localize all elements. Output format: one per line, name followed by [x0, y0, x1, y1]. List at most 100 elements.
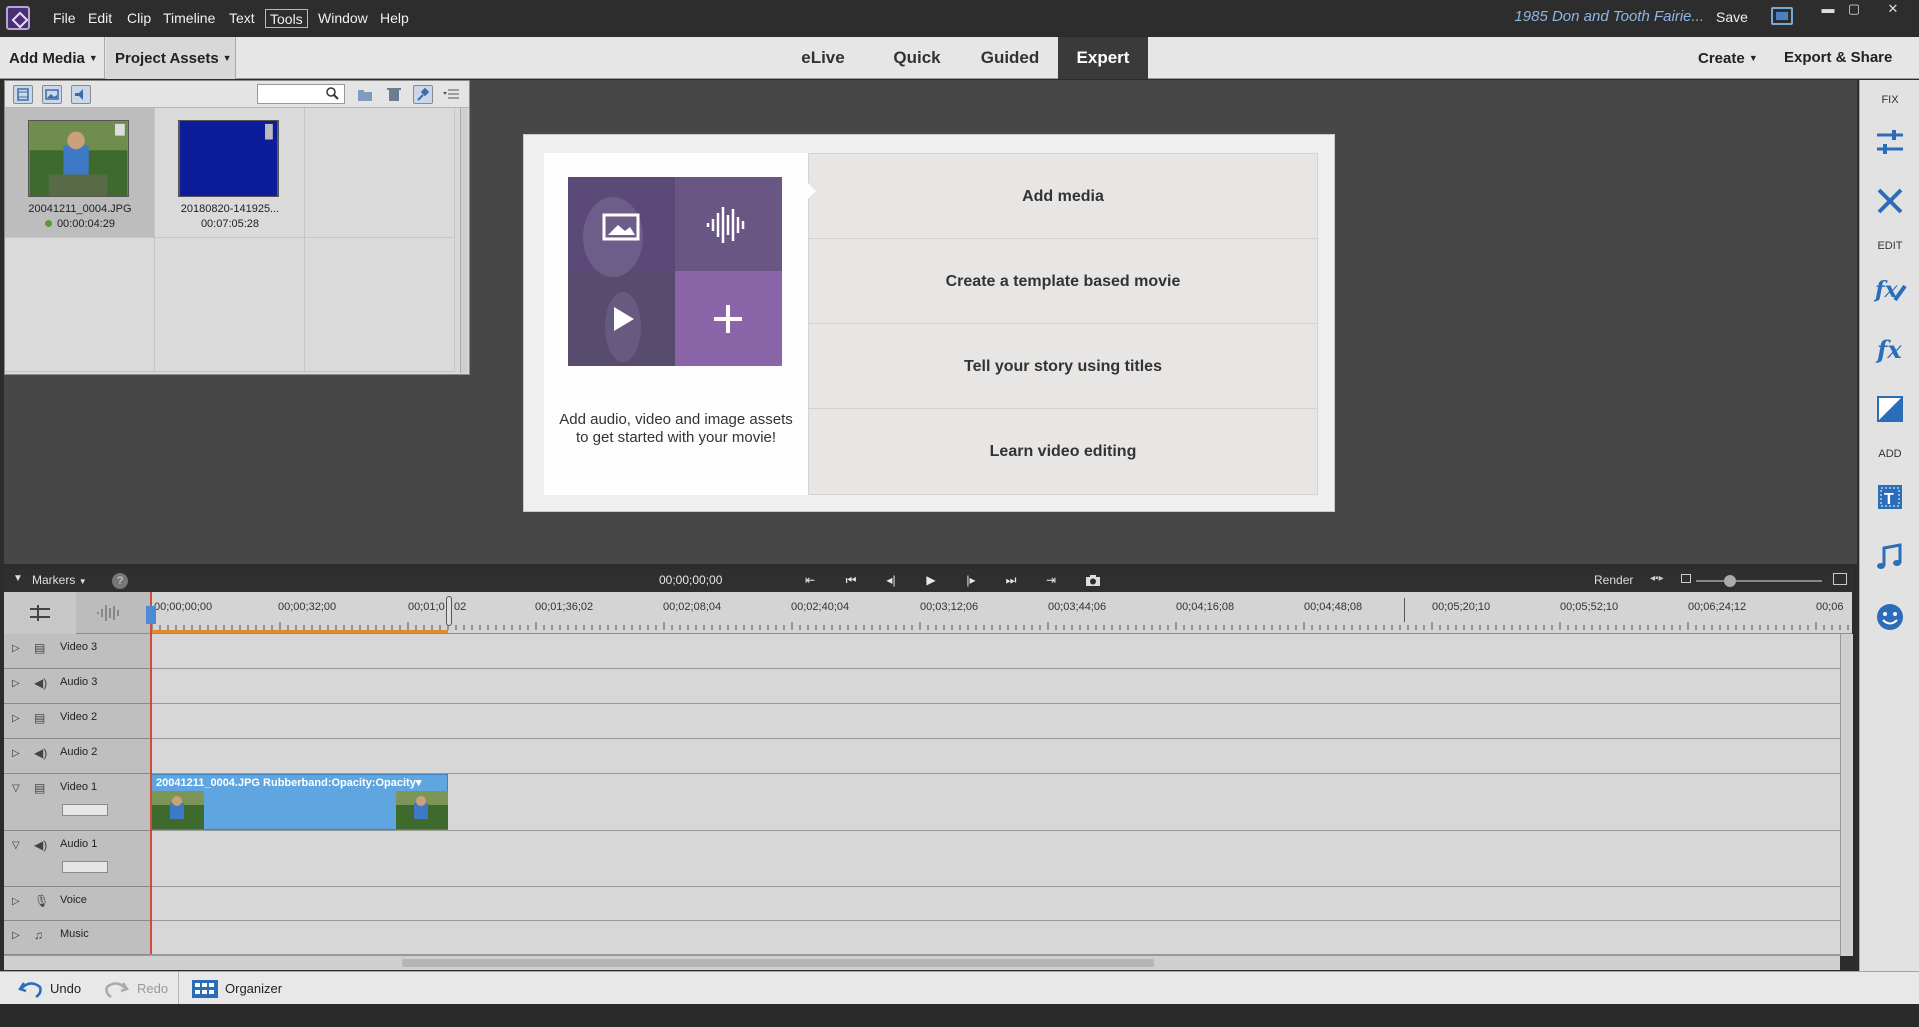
work-area-bar[interactable] [150, 630, 448, 633]
go-to-end-icon[interactable]: ⇥ [1040, 572, 1062, 589]
graphics-icon[interactable] [1873, 600, 1907, 634]
tools-icon[interactable] [1873, 184, 1907, 218]
collapse-icon[interactable]: ▽ [12, 840, 20, 851]
expand-icon[interactable]: ▷ [12, 678, 20, 689]
play-icon[interactable]: ▶ [920, 572, 942, 589]
track-voice[interactable] [150, 887, 1840, 921]
step-forward-icon[interactable]: |▸ [960, 572, 982, 589]
playhead-handle[interactable] [146, 606, 156, 624]
tab-elive[interactable]: eLive [792, 37, 854, 79]
keyframe-control[interactable] [62, 804, 108, 816]
expand-icon[interactable]: ▷ [12, 896, 20, 907]
time-ruler[interactable]: 00;00;00;00 00;00;32;00 00;01;0 02 00;01… [150, 592, 1852, 634]
title-icon[interactable]: T [1873, 480, 1907, 514]
menu-clip[interactable]: Clip [125, 9, 153, 28]
assets-scrollbar[interactable] [460, 108, 468, 373]
tracks-view-icon[interactable] [30, 605, 50, 621]
tab-expert[interactable]: Expert [1058, 37, 1148, 79]
assets-search-input[interactable] [257, 84, 345, 104]
markers-dropdown[interactable]: Markers ▼ [32, 573, 87, 587]
step-back-icon[interactable]: ◂| [880, 572, 902, 589]
fit-timeline-icon[interactable]: ◂▪▸ [1650, 573, 1664, 584]
expand-icon[interactable]: ▷ [12, 930, 20, 941]
track-audio-3[interactable] [150, 669, 1840, 704]
option-add-media[interactable]: Add media [809, 154, 1317, 239]
keyframe-control[interactable] [62, 861, 108, 873]
minimize-button[interactable]: ▬ [1817, 1, 1839, 17]
save-button[interactable]: Save [1716, 9, 1748, 25]
tab-quick[interactable]: Quick [883, 37, 951, 79]
menu-timeline[interactable]: Timeline [161, 9, 217, 28]
go-to-start-icon[interactable]: ⇤ [799, 572, 821, 589]
track-video-2[interactable] [150, 704, 1840, 739]
pin-icon[interactable] [413, 85, 433, 104]
fullscreen-icon[interactable] [1771, 7, 1793, 25]
render-button[interactable]: Render [1594, 573, 1633, 587]
expand-icon[interactable]: ▷ [12, 643, 20, 654]
option-story-titles[interactable]: Tell your story using titles [809, 324, 1317, 409]
playhead[interactable] [150, 592, 152, 954]
timeline-horizontal-scrollbar[interactable] [4, 955, 1840, 970]
undo-button[interactable]: Undo [50, 981, 81, 996]
transitions-icon[interactable] [1873, 392, 1907, 426]
adjustments-icon[interactable] [1873, 125, 1907, 159]
menu-file[interactable]: File [51, 9, 78, 28]
track-header-audio-1[interactable]: ▽ ◀) Audio 1 [4, 831, 150, 887]
track-header-video-1[interactable]: ▽ ▤ Video 1 [4, 774, 150, 831]
restore-button[interactable]: ▢ [1843, 1, 1865, 17]
collapse-icon[interactable]: ▼ [13, 573, 23, 584]
next-edit-icon[interactable]: ⏭ [1000, 572, 1022, 589]
scrollbar-thumb[interactable] [402, 959, 1154, 967]
fx-icon[interactable]: fx [1873, 332, 1907, 366]
snapshot-camera-icon[interactable] [1085, 574, 1101, 587]
timeline-clip[interactable]: 20041211_0004.JPG Rubberband:Opacity:Opa… [151, 774, 448, 830]
zoom-slider[interactable] [1696, 580, 1822, 582]
new-folder-icon[interactable] [357, 87, 373, 102]
delete-icon[interactable] [387, 86, 401, 102]
view-toggle[interactable] [4, 592, 76, 634]
export-share-button[interactable]: Export & Share [1784, 37, 1892, 79]
track-video-3[interactable] [150, 634, 1840, 669]
zoom-out-icon[interactable] [1681, 574, 1691, 583]
collapse-icon[interactable]: ▽ [12, 783, 20, 794]
previous-edit-icon[interactable]: ⏮ [840, 572, 862, 589]
expand-icon[interactable]: ▷ [12, 748, 20, 759]
option-template-movie[interactable]: Create a template based movie [809, 239, 1317, 324]
create-button[interactable]: Create ▼ [1698, 37, 1758, 79]
menu-tools[interactable]: Tools [265, 9, 308, 28]
redo-icon[interactable] [105, 979, 129, 999]
menu-edit[interactable]: Edit [86, 9, 114, 28]
track-header-voice[interactable]: ▷ 🎙 Voice [4, 887, 150, 921]
menu-text[interactable]: Text [227, 9, 257, 28]
track-audio-2[interactable] [150, 739, 1840, 774]
help-icon[interactable]: ? [112, 573, 128, 589]
track-header-video-3[interactable]: ▷ ▤ Video 3 [4, 634, 150, 669]
audio-waveform-icon[interactable] [96, 604, 122, 622]
zoom-in-icon[interactable] [1833, 573, 1847, 585]
project-assets-button[interactable]: Project Assets ▼ [106, 37, 236, 79]
music-icon[interactable] [1873, 540, 1907, 574]
track-header-video-2[interactable]: ▷ ▤ Video 2 [4, 704, 150, 739]
organizer-icon[interactable] [192, 980, 218, 998]
track-header-audio-2[interactable]: ▷ ◀) Audio 2 [4, 739, 150, 774]
search-icon[interactable] [326, 87, 339, 100]
close-button[interactable]: ✕ [1882, 1, 1904, 17]
panel-menu-icon[interactable] [443, 88, 459, 101]
add-media-button[interactable]: Add Media ▼ [0, 37, 105, 79]
menu-help[interactable]: Help [378, 9, 411, 28]
track-header-audio-3[interactable]: ▷ ◀) Audio 3 [4, 669, 150, 704]
fx-edit-icon[interactable]: fx [1873, 272, 1907, 306]
expand-icon[interactable]: ▷ [12, 713, 20, 724]
asset-item[interactable]: 20180820-141925... 00:07:05:28 [155, 108, 305, 238]
filter-audio-icon[interactable] [71, 85, 91, 104]
filter-video-icon[interactable] [13, 85, 33, 104]
asset-item[interactable]: 20041211_0004.JPG 00:00:04:29 [5, 108, 155, 238]
track-music[interactable] [150, 921, 1840, 955]
redo-button[interactable]: Redo [137, 981, 168, 996]
filter-image-icon[interactable] [42, 85, 62, 104]
organizer-button[interactable]: Organizer [225, 981, 282, 996]
option-learn-editing[interactable]: Learn video editing [809, 409, 1317, 494]
zoom-slider-handle[interactable] [1724, 575, 1736, 587]
tab-guided[interactable]: Guided [972, 37, 1048, 79]
timeline-vertical-scrollbar[interactable] [1840, 634, 1853, 956]
